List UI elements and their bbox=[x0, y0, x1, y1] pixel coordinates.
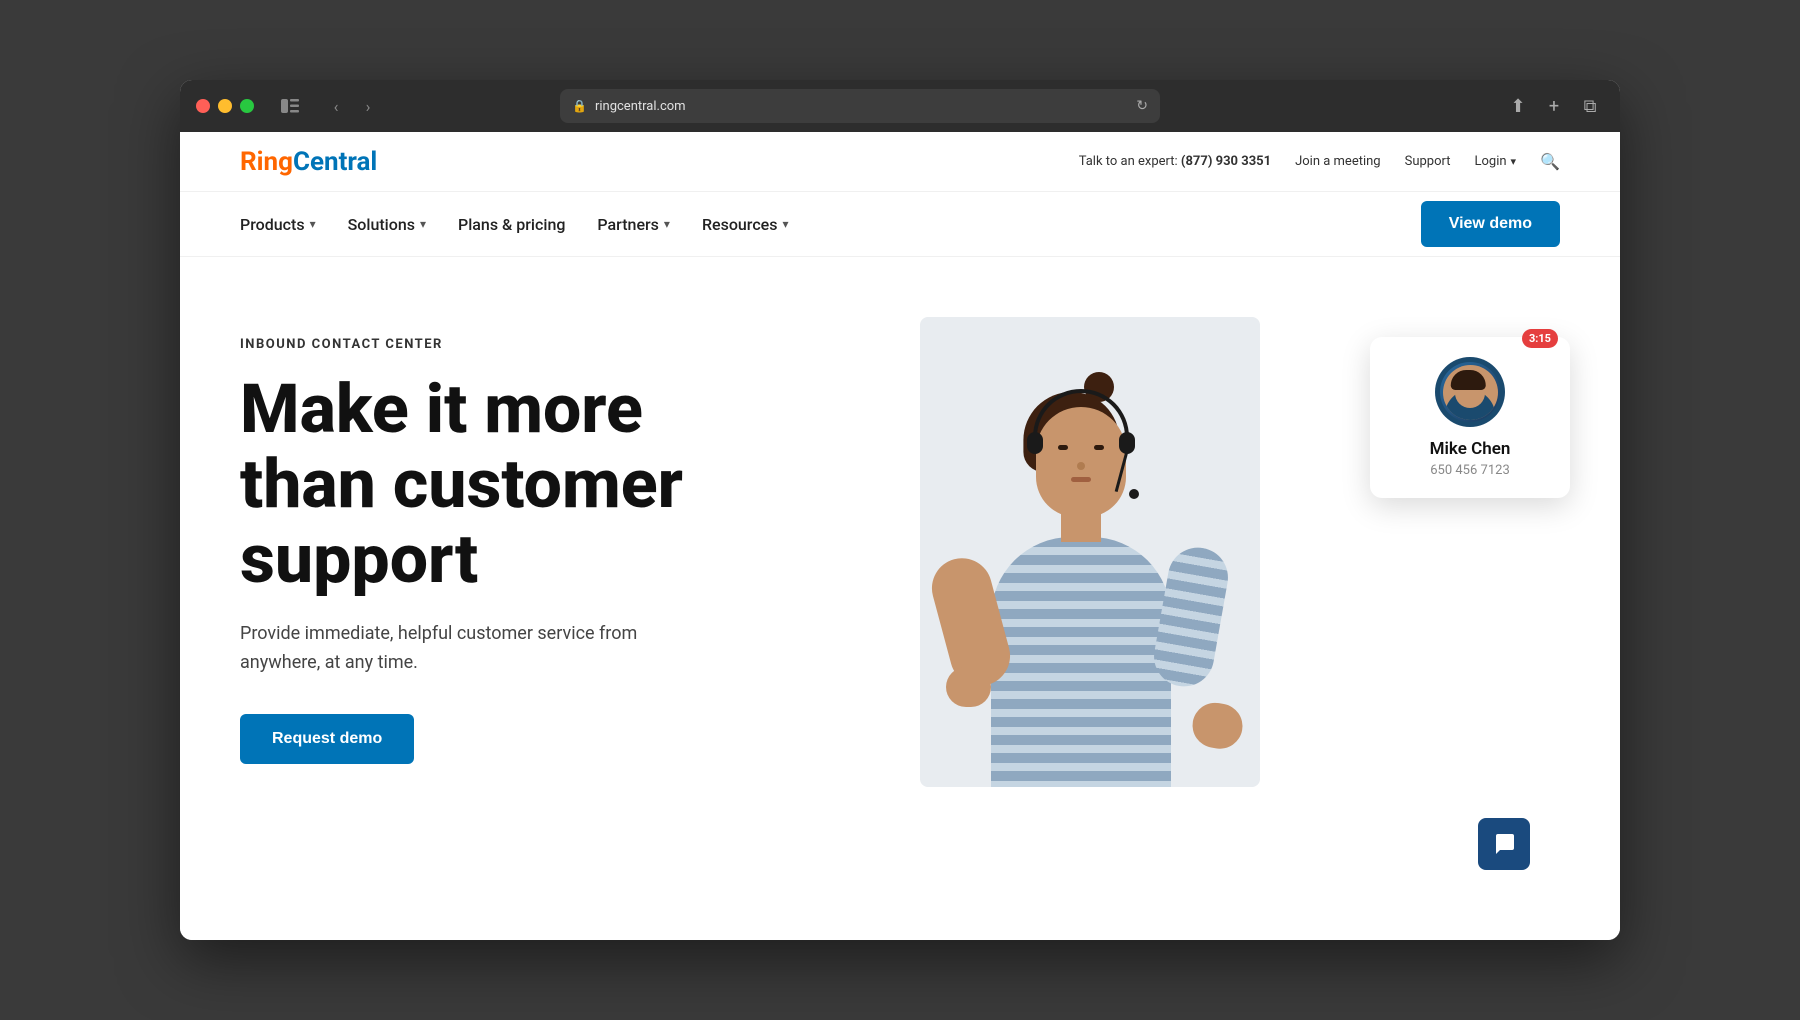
login-button[interactable]: Login ▾ bbox=[1474, 154, 1516, 169]
website-content: RingCentral Talk to an expert: (877) 930… bbox=[180, 132, 1620, 940]
agent-shirt bbox=[991, 537, 1171, 787]
phone-label: Talk to an expert: bbox=[1079, 154, 1178, 169]
hero-subtitle: Provide immediate, helpful customer serv… bbox=[240, 620, 660, 678]
refresh-icon[interactable]: ↻ bbox=[1136, 98, 1148, 114]
new-tab-button[interactable]: + bbox=[1540, 92, 1568, 120]
top-navigation: RingCentral Talk to an expert: (877) 930… bbox=[180, 132, 1620, 192]
microphone-tip bbox=[1129, 489, 1139, 499]
browser-toolbar-right: ⬆ + ⧉ bbox=[1504, 92, 1604, 120]
traffic-lights bbox=[196, 99, 254, 113]
tabs-button[interactable]: ⧉ bbox=[1576, 92, 1604, 120]
address-bar[interactable]: 🔒 ringcentral.com ↻ bbox=[560, 89, 1160, 123]
chevron-down-icon: ▾ bbox=[664, 217, 670, 231]
hero-eyebrow: INBOUND CONTACT CENTER bbox=[240, 337, 900, 352]
call-timer-badge: 3:15 bbox=[1522, 329, 1558, 348]
top-nav-right: Talk to an expert: (877) 930 3351 Join a… bbox=[1079, 152, 1560, 171]
hero-left: INBOUND CONTACT CENTER Make it more than… bbox=[240, 317, 900, 900]
join-meeting-link[interactable]: Join a meeting bbox=[1295, 154, 1381, 169]
request-demo-button[interactable]: Request demo bbox=[240, 714, 414, 764]
maximize-button[interactable] bbox=[240, 99, 254, 113]
phone-cta: Talk to an expert: (877) 930 3351 bbox=[1079, 154, 1271, 169]
main-nav-items: Products ▾ Solutions ▾ Plans & pricing P… bbox=[240, 215, 789, 234]
nav-products[interactable]: Products ▾ bbox=[240, 215, 316, 234]
back-button[interactable]: ‹ bbox=[322, 92, 350, 120]
ringcentral-logo[interactable]: RingCentral bbox=[240, 147, 377, 177]
search-button[interactable]: 🔍 bbox=[1540, 152, 1560, 171]
hero-section: INBOUND CONTACT CENTER Make it more than… bbox=[180, 257, 1620, 940]
browser-nav-buttons: ‹ › bbox=[322, 92, 382, 120]
browser-titlebar: ‹ › 🔒 ringcentral.com ↻ ⬆ + ⧉ bbox=[180, 80, 1620, 132]
nav-resources[interactable]: Resources ▾ bbox=[702, 215, 789, 234]
close-button[interactable] bbox=[196, 99, 210, 113]
hero-title: Make it more than customer support bbox=[240, 372, 900, 596]
share-button[interactable]: ⬆ bbox=[1504, 92, 1532, 120]
browser-window: ‹ › 🔒 ringcentral.com ↻ ⬆ + ⧉ RingCentra… bbox=[180, 80, 1620, 940]
lock-icon: 🔒 bbox=[572, 99, 587, 113]
view-demo-button[interactable]: View demo bbox=[1421, 201, 1560, 247]
sidebar-toggle-button[interactable] bbox=[274, 90, 306, 122]
caller-avatar-inner bbox=[1440, 362, 1500, 422]
support-link[interactable]: Support bbox=[1405, 154, 1451, 169]
hand-left bbox=[946, 667, 991, 707]
caller-number: 650 456 7123 bbox=[1390, 463, 1550, 478]
forward-button[interactable]: › bbox=[354, 92, 382, 120]
agent-figure bbox=[991, 537, 1171, 787]
url-text: ringcentral.com bbox=[595, 99, 686, 114]
chevron-down-icon: ▾ bbox=[310, 217, 316, 231]
main-navigation: Products ▾ Solutions ▾ Plans & pricing P… bbox=[180, 192, 1620, 257]
chevron-down-icon: ▾ bbox=[782, 217, 788, 231]
call-card: 3:15 Mike Chen 650 456 7123 bbox=[1370, 337, 1570, 498]
agent-neck bbox=[1061, 512, 1101, 542]
hero-right: 3:15 Mike Chen 650 456 7123 bbox=[900, 317, 1560, 900]
logo-ring-text: Ring bbox=[240, 147, 293, 177]
nav-plans-pricing[interactable]: Plans & pricing bbox=[458, 215, 565, 234]
chevron-down-icon: ▾ bbox=[1511, 155, 1517, 168]
hero-agent-image bbox=[920, 317, 1260, 787]
logo-central-text: Central bbox=[293, 147, 377, 177]
headset-ear-right bbox=[1119, 432, 1135, 454]
headset-ear-left bbox=[1027, 432, 1043, 454]
chat-bubble-button[interactable] bbox=[1478, 818, 1530, 870]
phone-number[interactable]: (877) 930 3351 bbox=[1181, 154, 1271, 169]
caller-name: Mike Chen bbox=[1390, 439, 1550, 459]
minimize-button[interactable] bbox=[218, 99, 232, 113]
nav-partners[interactable]: Partners ▾ bbox=[597, 215, 670, 234]
chevron-down-icon: ▾ bbox=[420, 217, 426, 231]
nav-solutions[interactable]: Solutions ▾ bbox=[348, 215, 426, 234]
caller-avatar bbox=[1435, 357, 1505, 427]
